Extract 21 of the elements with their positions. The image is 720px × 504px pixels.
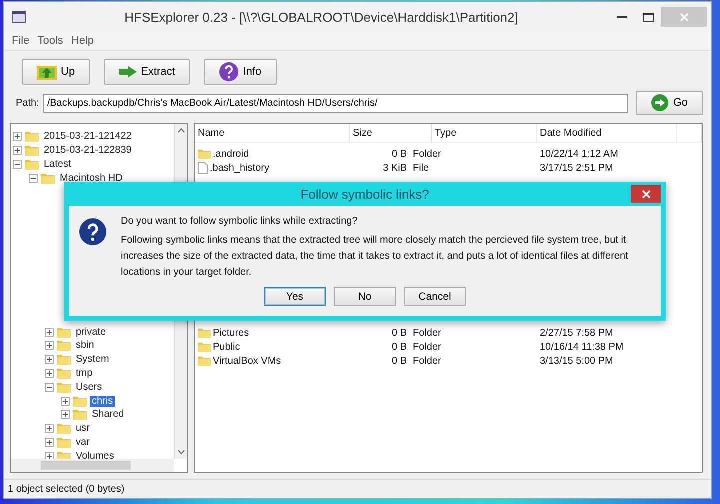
file-size: 0 B [390,342,408,352]
file-date: 2/27/15 7:58 PM [539,328,614,338]
file-type: Folder [412,148,442,160]
file-date: 3/17/15 2:51 PM [539,162,614,174]
dialog-title: Follow symbolic links? [300,186,430,202]
file-type: Folder [412,356,442,366]
window-title: HFSExplorer 0.23 - [\\?\GLOBALROOT\Device\Harddisk1\Partition2] [124,10,520,24]
status-text: 1 object selected (0 bytes) [4,479,711,498]
file-size: 0 B [390,356,408,366]
file-type: Folder [412,328,442,338]
file-size: 0 B [390,328,408,338]
file-date: 10/22/14 1:12 AM [539,148,620,160]
file-date: 3/13/15 5:00 PM [539,356,614,366]
file-type: File [412,162,430,174]
file-size: 3 KiB [382,162,408,174]
dialog-message: Following symbolic links means that the extracted tree will more closely match the percieved file system tree, but it increases the size of the extracted data, the time that it takes to extract it, and puts a lot of identical files at different locations in your target folder. [121,234,630,280]
dialog-question: Do you want to follow symbolic links while extracting? [121,215,359,229]
file-date: 10/16/14 11:38 PM [539,342,625,352]
file-type: Folder [412,342,442,352]
path-label: Path: [16,98,40,108]
file-size: 0 B [390,148,408,160]
